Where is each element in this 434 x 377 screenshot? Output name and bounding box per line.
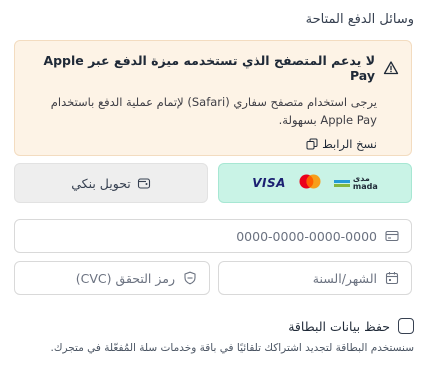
save-card-description: سنستخدم البطاقة لتجديد اشتراكك تلقائيًا … [50,342,414,354]
bank-transfer-icon [137,176,151,190]
copy-link-button[interactable]: نسخ الرابط [27,137,377,151]
mada-bars-icon [333,179,350,187]
save-card-label: حفظ بيانات البطاقة [288,318,390,334]
cvc-field[interactable] [14,261,210,295]
save-card-option: حفظ بيانات البطاقة سنستخدم البطاقة لتجدي… [19,318,414,356]
shield-icon [183,271,197,285]
card-number-field[interactable] [14,219,412,253]
card-number-input[interactable] [27,228,377,244]
save-card-checkbox[interactable] [398,318,414,334]
card-payment-option[interactable]: مدى mada VISA [218,163,412,203]
payment-methods: مدى mada VISA تحويل بنكي [14,163,412,203]
mada-latin-text: mada [352,182,378,191]
mastercard-logo [298,174,322,193]
mada-logo: مدى mada [333,175,378,191]
copy-link-label: نسخ الرابط [322,137,377,151]
visa-logo: VISA [252,176,286,190]
alert-title: لا يدعم المتصفح الذي تستخدمه ميزة الدفع … [43,53,375,83]
bank-transfer-label: تحويل بنكي [71,175,131,191]
copy-icon [306,138,318,150]
alert-message: يرجى استخدام متصفح سفاري (Safari) لإتمام… [50,95,377,127]
credit-card-icon [385,229,399,243]
bank-transfer-option[interactable]: تحويل بنكي [14,163,208,203]
cvc-input[interactable] [19,270,175,286]
section-title: وسائل الدفع المتاحة [305,12,414,27]
warning-icon [383,60,399,76]
calendar-icon [385,271,399,285]
alert-header: لا يدعم المتصفح الذي تستخدمه ميزة الدفع … [27,53,399,83]
expiry-date-field[interactable] [218,261,412,295]
apple-pay-warning: لا يدعم المتصفح الذي تستخدمه ميزة الدفع … [14,40,412,156]
expiry-date-input[interactable] [221,270,377,286]
